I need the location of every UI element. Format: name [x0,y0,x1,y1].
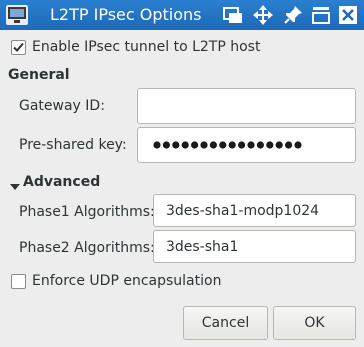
general-heading: General [8,67,70,83]
mask-dot [294,141,302,149]
mask-dot [191,141,199,149]
enforce-udp-checkbox[interactable] [11,274,26,289]
cancel-button[interactable]: Cancel [183,306,268,340]
mask-dot [200,141,208,149]
password-mask [153,141,302,149]
pin-icon[interactable] [282,4,304,26]
mask-dot [172,141,180,149]
mask-dot [247,141,255,149]
mask-dot [285,141,293,149]
checkmark-icon [13,42,24,52]
enable-ipsec-label[interactable]: Enable IPsec tunnel to L2TP host [32,38,260,56]
mask-dot [238,141,246,149]
phase1-input[interactable] [153,194,356,227]
enforce-udp-label[interactable]: Enforce UDP encapsulation [32,272,221,290]
mask-dot [256,141,264,149]
move-icon[interactable] [252,4,274,26]
window-title: L2TP IPsec Options [50,5,202,24]
gateway-id-input[interactable] [137,88,356,124]
title-bar[interactable]: L2TP IPsec Options [0,0,364,30]
mask-dot [153,141,161,149]
pre-shared-key-label: Pre-shared key: [19,137,127,153]
mask-dot [219,141,227,149]
window-stack-icon[interactable] [222,4,244,26]
ok-button[interactable]: OK [273,306,356,340]
pre-shared-key-input[interactable] [137,127,356,163]
close-icon[interactable] [337,4,359,26]
advanced-heading[interactable]: Advanced [23,173,100,191]
phase2-label: Phase2 Algorithms: [19,240,155,256]
mask-dot [228,141,236,149]
phase1-label: Phase1 Algorithms: [19,204,155,220]
enable-ipsec-checkbox[interactable] [11,40,26,55]
mask-dot [181,141,189,149]
minimize-icon[interactable] [310,4,332,26]
gateway-id-label: Gateway ID: [19,98,105,114]
mask-dot [266,141,274,149]
network-icon [6,5,28,25]
mask-dot [275,141,283,149]
mask-dot [162,141,170,149]
mask-dot [209,141,217,149]
phase2-input[interactable] [153,230,356,263]
